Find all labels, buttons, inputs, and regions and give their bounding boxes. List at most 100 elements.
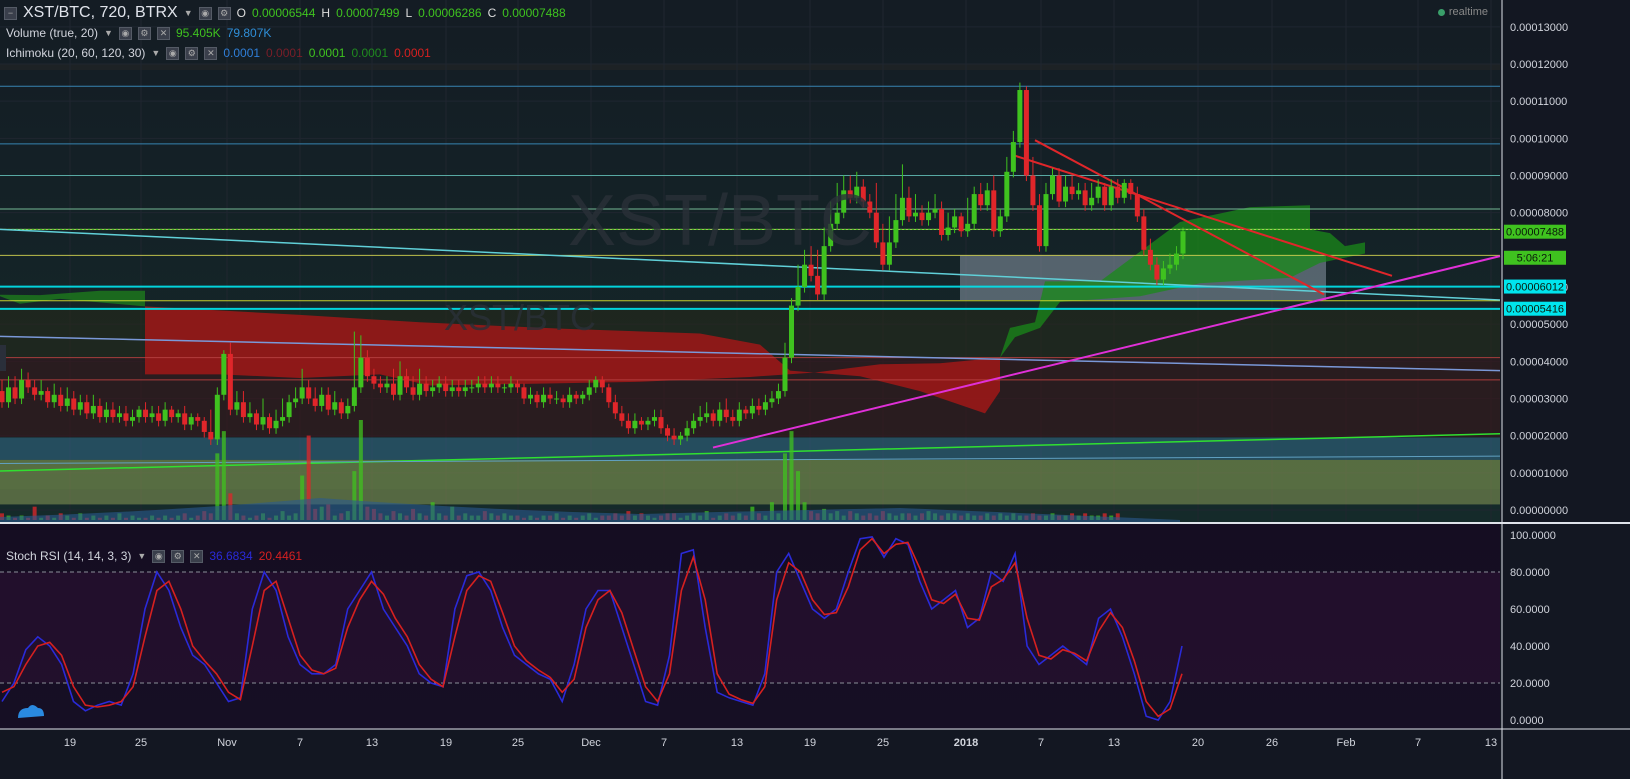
candle-body [84, 402, 90, 414]
candle-body [593, 379, 599, 388]
candle-body [97, 405, 103, 418]
time-tick-label: 13 [731, 737, 743, 749]
candle-body [1004, 171, 1010, 217]
ichimoku-value-4: 0.0001 [351, 46, 389, 60]
time-tick-label: 13 [1485, 737, 1497, 749]
close-icon[interactable]: ✕ [190, 549, 204, 563]
time-tick-label: Dec [581, 737, 601, 749]
price-label-text: 0.00005416 [1506, 304, 1564, 316]
candle-body [1095, 186, 1101, 198]
candle-body [253, 413, 259, 425]
candle-body [508, 383, 514, 388]
candle-body [926, 212, 932, 221]
eye-icon[interactable]: ◉ [118, 26, 132, 40]
candle-body [371, 376, 377, 384]
candle-body [638, 420, 644, 425]
candle-body [710, 413, 716, 421]
candle-body [1147, 249, 1153, 265]
candle-body [384, 383, 390, 388]
candle-body [123, 413, 129, 421]
candle-body [978, 194, 984, 206]
ichimoku-value-5: 0.0001 [394, 46, 431, 60]
gear-icon[interactable]: ⚙ [137, 26, 151, 40]
candle-body [782, 357, 788, 392]
candle-body [482, 383, 488, 388]
price-tick-label: 0.00001000 [1510, 468, 1568, 480]
candle-body [116, 413, 122, 418]
stoch-legend: Stoch RSI (14, 14, 3, 3) ▼ ◉ ⚙ ✕ 36.6834… [6, 549, 302, 563]
gear-icon[interactable]: ⚙ [171, 549, 185, 563]
candle-body [143, 409, 149, 418]
candle-body [886, 242, 892, 265]
candle-body [1108, 186, 1114, 206]
gear-icon[interactable]: ⚙ [217, 6, 231, 20]
candle-body [51, 394, 57, 403]
candle-body [149, 413, 155, 418]
price-tick-label: 0.00003000 [1510, 394, 1568, 406]
candle-body [45, 391, 51, 403]
candle-body [521, 387, 527, 399]
close-icon[interactable]: ✕ [204, 46, 218, 60]
ohlc-high-value: 0.00007499 [336, 6, 400, 20]
ohlc-low-label: L [405, 6, 413, 20]
candle-body [475, 383, 481, 388]
stoch-tick-label: 60.0000 [1510, 604, 1550, 616]
candle-body [1082, 190, 1088, 206]
candle-body [762, 402, 768, 410]
candle-body [436, 383, 442, 388]
gear-icon[interactable]: ⚙ [185, 46, 199, 60]
candle-body [377, 383, 383, 388]
candle-body [227, 353, 233, 410]
candle-body [110, 409, 116, 418]
ohlc-open-value: 0.00006544 [251, 6, 316, 20]
volume-legend: Volume (true, 20) ▼ ◉ ⚙ ✕ 95.405K 79.807… [6, 26, 271, 40]
ichimoku-title[interactable]: Ichimoku (20, 60, 120, 30) [6, 46, 145, 60]
candle-body [306, 387, 312, 399]
chevron-down-icon[interactable]: ▼ [151, 48, 160, 58]
candle-body [312, 398, 318, 406]
candle-body [234, 402, 240, 410]
candle-body [893, 220, 899, 243]
candle-body [945, 227, 951, 235]
time-tick-label: 19 [804, 737, 816, 749]
candle-body [136, 409, 142, 418]
candle-body [991, 190, 997, 232]
candle-body [802, 264, 808, 287]
time-tick-label: 13 [366, 737, 378, 749]
ohlc-high-label: H [321, 6, 331, 20]
time-tick-label: 25 [877, 737, 889, 749]
candle-body [103, 409, 109, 418]
stoch-tick-label: 100.0000 [1510, 530, 1556, 542]
candle-body [12, 387, 18, 399]
candle-body [260, 417, 266, 425]
chevron-down-icon[interactable]: ▼ [184, 8, 193, 18]
chevron-down-icon[interactable]: ▼ [104, 28, 113, 38]
collapse-icon[interactable]: − [4, 6, 17, 20]
candle-body [221, 353, 227, 395]
close-icon[interactable]: ✕ [156, 26, 170, 40]
candle-body [469, 387, 475, 389]
candle-body [965, 223, 971, 232]
candle-body [449, 387, 455, 392]
eye-icon[interactable]: ◉ [166, 46, 180, 60]
candle-body [423, 383, 429, 392]
price-chart[interactable]: XST/BTC XST/BTC 0.00013000 0.00012000 0.000… [0, 0, 1630, 779]
candle-body [462, 387, 468, 392]
eye-icon[interactable]: ◉ [152, 549, 166, 563]
candle-body [345, 405, 351, 414]
time-tick-label: 25 [512, 737, 524, 749]
candle-body [795, 287, 801, 306]
chevron-down-icon[interactable]: ▼ [137, 551, 146, 561]
time-tick-label: 7 [661, 737, 667, 749]
volume-title[interactable]: Volume (true, 20) [6, 26, 98, 40]
symbol-title[interactable]: XST/BTC, 720, BTRX [23, 4, 178, 22]
candle-body [547, 394, 553, 399]
stoch-title[interactable]: Stoch RSI (14, 14, 3, 3) [6, 549, 131, 563]
eye-icon[interactable]: ◉ [198, 6, 212, 20]
price-tick-label: 0.00005000 [1510, 319, 1568, 331]
candle-body [1173, 253, 1179, 265]
candle-body [625, 420, 631, 429]
candle-body [723, 409, 729, 418]
candle-body [632, 420, 638, 429]
candle-body [501, 387, 507, 389]
